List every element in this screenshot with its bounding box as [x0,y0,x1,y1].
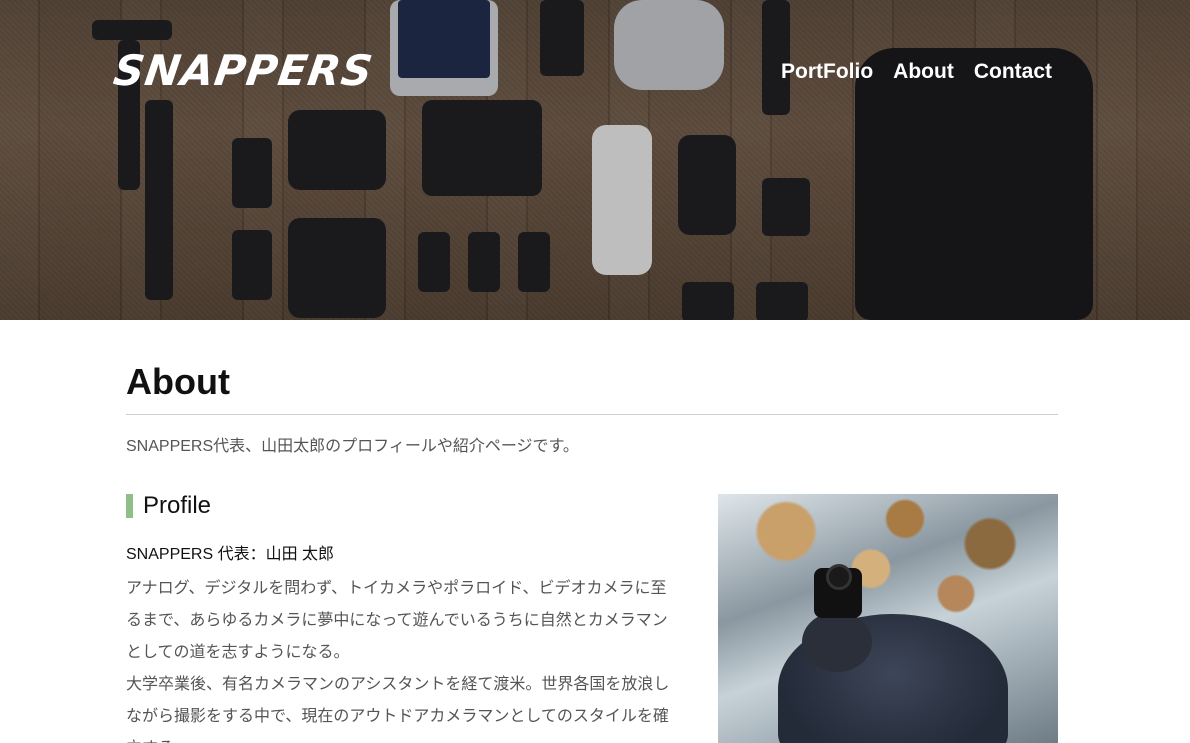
camera-gear-image [232,230,272,300]
profile-name: SNAPPERS 代表：山田 太郎 [126,546,335,563]
camera-gear-image [518,232,550,292]
profile-photo [718,494,1058,743]
camera-gear-image [678,135,736,235]
camera-gear-image [418,232,450,292]
camera-gear-image [756,282,808,320]
photographer-head [802,612,872,672]
nav-link-about[interactable]: About [893,60,954,84]
profile-paragraph: 大学卒業後、有名カメラマンのアシスタントを経て渡米。世界各国を放浪しながら撮影を… [126,676,670,743]
page-title: About [126,361,230,402]
title-divider [126,414,1058,415]
nav-link-contact[interactable]: Contact [974,60,1052,84]
camera-gear-image [232,138,272,208]
camera-gear-image [145,100,173,300]
camera-gear-image [288,110,386,190]
hero-header: SNAPPERS PortFolio About Contact [0,0,1190,320]
camera-gear-image [92,20,172,40]
profile-section: Profile SNAPPERS 代表：山田 太郎 アナログ、デジタルを問わず、… [126,494,671,743]
profile-paragraph: アナログ、デジタルを問わず、トイカメラやポラロイド、ビデオカメラに至るまで、あら… [126,580,668,661]
camera-gear-image [468,232,500,292]
camera-gear-image [762,178,810,236]
camera-gear-image [592,125,652,275]
page-lead: SNAPPERS代表、山田太郎のプロフィールや紹介ページです。 [126,438,579,455]
camera-lens-icon [826,564,852,590]
camera-gear-image [422,100,542,196]
main-nav: PortFolio About Contact [781,60,1052,84]
site-logo[interactable]: SNAPPERS [111,46,377,95]
backpack-image [855,48,1093,320]
camera-gear-image [614,0,724,90]
nav-link-portfolio[interactable]: PortFolio [781,60,873,84]
camera-gear-image [398,0,490,78]
camera-gear-image [682,282,734,320]
about-section: About SNAPPERS代表、山田太郎のプロフィールや紹介ページです。 [126,360,1058,457]
camera-gear-image [540,0,584,76]
camera-gear-image [288,218,386,318]
camera-gear-image [762,0,790,115]
profile-heading: Profile [126,494,671,518]
